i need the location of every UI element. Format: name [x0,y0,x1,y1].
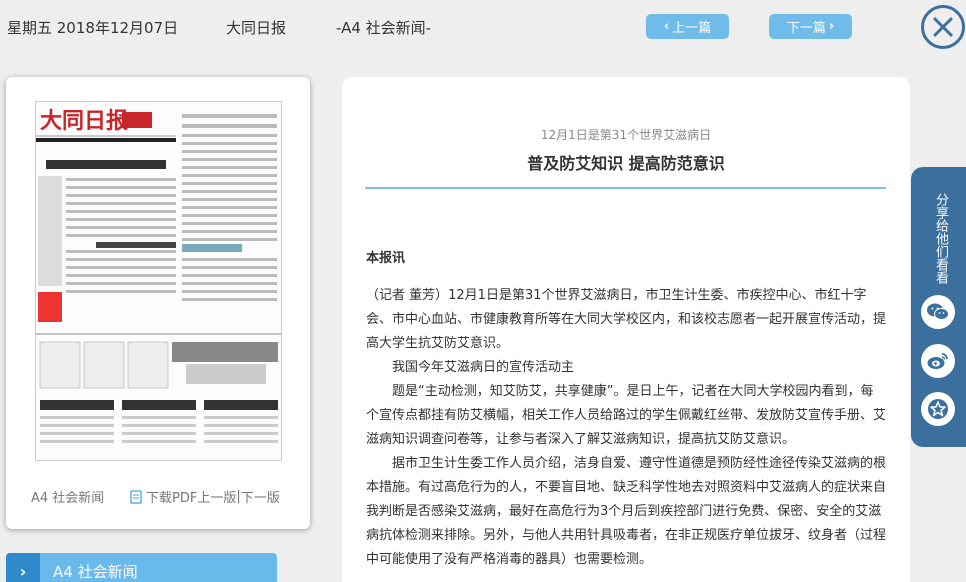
article-subtitle: 12月1日是第31个世界艾滋病日 [540,128,712,142]
newspaper-page-image: 大同日报 [36,102,281,460]
paper-name: 大同日报 [226,19,287,37]
next-article-button[interactable]: 下一篇 › [769,14,852,39]
chevron-right-icon: › [6,553,40,582]
thumbnail-footer: A4 社会新闻 下载PDF 上一版 | 下一版 [31,487,291,506]
share-panel: 分享给他们看看 [911,167,966,447]
wechat-icon[interactable] [921,295,955,329]
download-pdf-link[interactable]: 下载PDF [129,487,197,506]
page-thumbnail-card: 大同日报 A4 社会新闻 下载PDF 上一版 | 下一版 [6,77,310,529]
newspaper-page-thumbnail[interactable]: 大同日报 [35,101,282,461]
next-article-label: 下一篇 [786,21,826,36]
title-divider [365,187,886,189]
article-paragraph: 我国今年艾滋病日的宣传活动主 [392,360,575,375]
section-nav-item[interactable]: › A4 社会新闻 [6,553,277,582]
close-icon [933,17,953,37]
close-button[interactable] [921,5,965,49]
article-paragraph: 据市卫生计生委工作人员介绍，洁身自爱、遵守性道德是预防经性途径传染艾滋病的根本措… [366,456,887,567]
weibo-icon[interactable] [921,344,955,378]
thumbnail-masthead: 大同日报 [40,108,128,134]
next-page-link[interactable]: 下一版 [241,487,280,506]
article-body: 本报讯 （记者 董芳）12月1日是第31个世界艾滋病日，市卫生计生委、市疾控中心… [366,247,886,572]
thumbnail-section-label: A4 社会新闻 [31,491,105,506]
article-title: 普及防艾知识 提高防范意识 [527,154,725,173]
article-paragraph: （记者 董芳）12月1日是第31个世界艾滋病日，市卫生计生委、市疾控中心、市红十… [366,288,887,351]
prev-page-link[interactable]: 上一版 [197,487,236,506]
article-paragraph: 题是“主动检测，知艾防艾，共享健康”。是日上午，记者在大同大学校园内看到，每个宣… [366,384,887,447]
pdf-icon [130,489,142,504]
article-byline: 本报讯 [366,251,406,266]
chevron-right-icon: › [828,19,835,34]
prev-article-button[interactable]: ‹ 上一篇 [646,14,729,39]
share-label: 分享给他们看看 [933,193,948,284]
section-nav-label: A4 社会新闻 [53,562,138,581]
chevron-left-icon: ‹ [663,19,670,34]
issue-date: 星期五 2018年12月07日 [7,19,179,37]
prev-article-label: 上一篇 [672,21,712,36]
section-name: -A4 社会新闻- [336,19,432,37]
article-card: 12月1日是第31个世界艾滋病日 普及防艾知识 提高防范意识 本报讯 （记者 董… [342,77,910,582]
download-pdf-label: 下载PDF [146,491,198,506]
favorite-icon[interactable] [921,392,955,426]
